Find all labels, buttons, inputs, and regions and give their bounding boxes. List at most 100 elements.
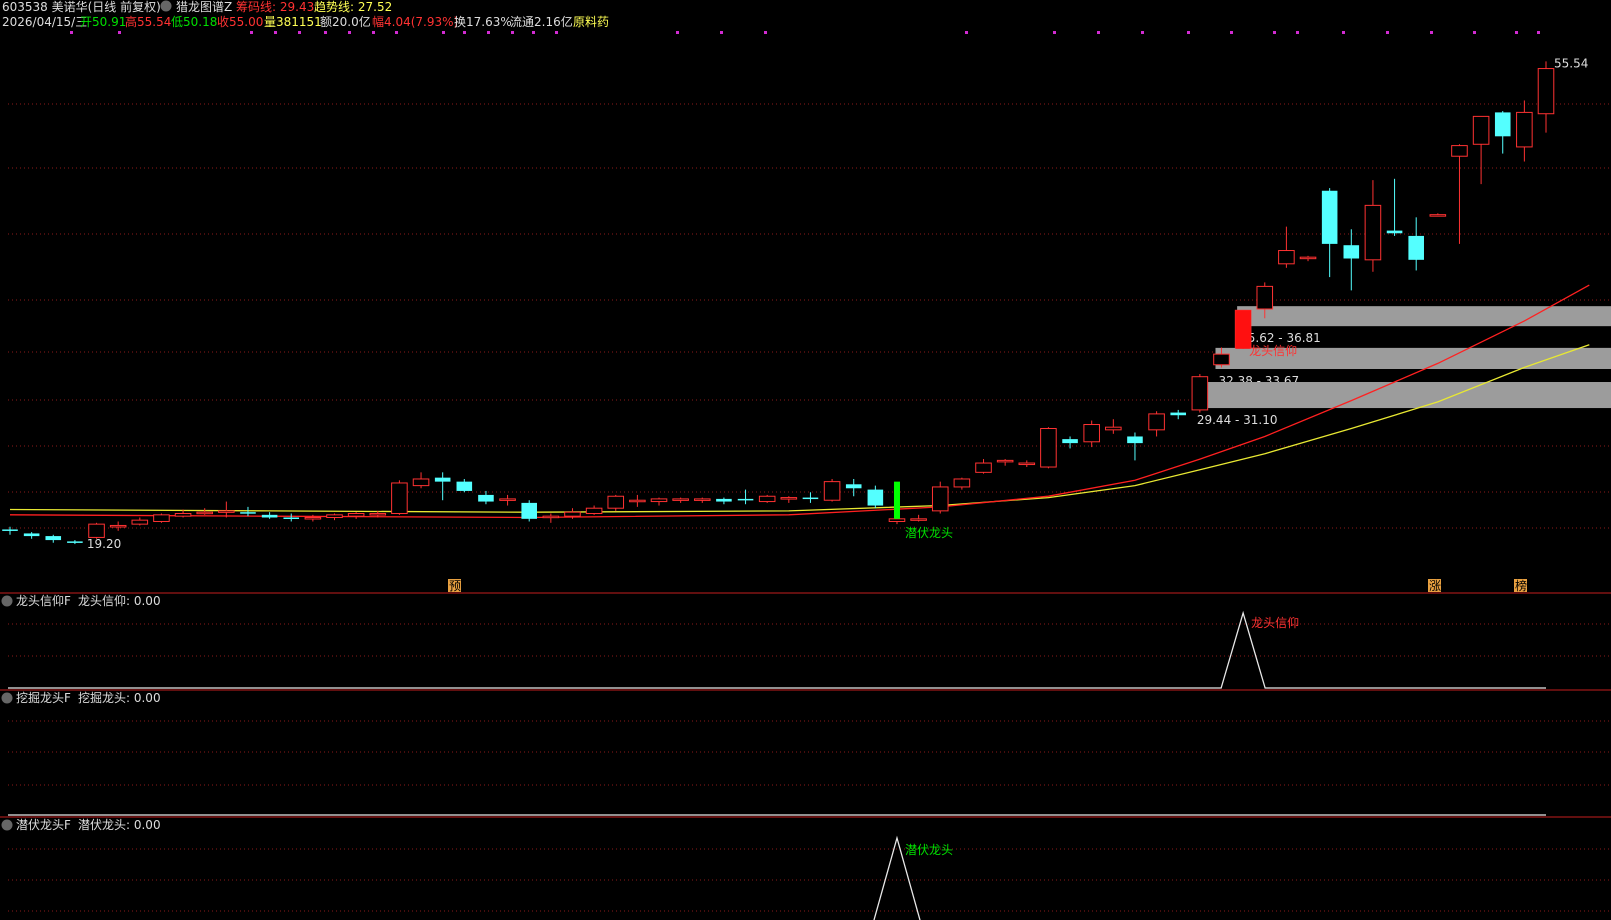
- low-label: 低50.18: [171, 15, 217, 29]
- candle-body: [1537, 68, 1555, 115]
- close-label: 收55.00: [217, 15, 263, 29]
- candle-body: [672, 498, 689, 501]
- candle-body: [564, 511, 581, 517]
- candle-body: [996, 459, 1014, 463]
- candle-body: [45, 536, 62, 541]
- candle-body: [1105, 426, 1122, 431]
- panel-value: 挖掘龙头: 0.00: [78, 690, 161, 705]
- candle-body: [1148, 413, 1165, 431]
- candle-body: [347, 513, 365, 517]
- amount-label: 额20.0亿: [320, 14, 371, 29]
- candle-body: [326, 514, 343, 518]
- volume-label: 量381151: [264, 15, 322, 29]
- candle-body: [1429, 214, 1447, 217]
- candle-body: [758, 495, 776, 503]
- candle-body: [1018, 462, 1036, 466]
- candle-body: [1040, 428, 1057, 468]
- candle-body: [802, 497, 819, 500]
- signal-marker: 预: [449, 579, 461, 593]
- min-price-label: 19.20: [87, 537, 121, 551]
- stock-code-name: 603538 美诺华(日线 前复权): [2, 0, 161, 14]
- panel-peak-label: 潜伏龙头: [905, 843, 953, 857]
- candle-body: [153, 514, 170, 522]
- date-label: 2026/04/15/三: [2, 15, 87, 29]
- change-label: 幅4.04(7.93%): [372, 14, 458, 29]
- signal-marker: 榜: [1515, 578, 1527, 593]
- candle-body: [716, 498, 732, 502]
- candle-body: [67, 541, 83, 543]
- sector-label: 原料药: [573, 15, 609, 29]
- candle-body: [109, 524, 127, 528]
- candle-body: [196, 511, 213, 515]
- candle-body: [1213, 353, 1230, 366]
- candle-body: [1451, 145, 1468, 157]
- candle-body: [283, 517, 300, 519]
- candle-body: [391, 482, 408, 515]
- signal-marker: 涨: [1429, 578, 1441, 593]
- candle-body: [1494, 112, 1511, 137]
- candle-body: [456, 481, 473, 491]
- candle-body: [1127, 436, 1143, 444]
- candle-body: [585, 507, 603, 515]
- indicator-name: 猎龙图谱Z: [176, 0, 232, 14]
- candle-body: [412, 478, 430, 487]
- candle-body: [304, 516, 322, 520]
- candle-body: [542, 515, 560, 519]
- candle-body: [1170, 412, 1187, 416]
- candle-body: [845, 484, 862, 489]
- candle-body: [867, 489, 884, 506]
- candle-body: [88, 523, 105, 538]
- candle-body: [1062, 439, 1078, 444]
- candle-body: [780, 497, 798, 500]
- panel-dropdown-icon: [1, 595, 13, 607]
- candle-body: [1256, 285, 1274, 310]
- support-zone: [1193, 382, 1611, 409]
- longtou-label: 龙头信仰: [1249, 343, 1297, 358]
- panel-value: 龙头信仰: 0.00: [78, 593, 161, 608]
- candle-body: [975, 462, 992, 473]
- candle-body: [23, 533, 40, 537]
- candle-body: [1083, 424, 1100, 443]
- candle-body: [1321, 190, 1338, 244]
- candle-body: [1516, 111, 1533, 148]
- candle-body: [1364, 204, 1382, 261]
- trend-line: [9, 344, 1590, 513]
- stock-chart[interactable]: 35.62 - 36.8132.38 - 33.6729.44 - 31.105…: [0, 0, 1611, 920]
- candle-body: [953, 478, 971, 488]
- dropdown-icon[interactable]: [160, 0, 172, 12]
- qianfu-label: 潜伏龙头: [905, 526, 953, 540]
- candle-body: [478, 494, 494, 502]
- candle-body: [607, 495, 625, 509]
- candle-body: [650, 498, 668, 503]
- candle-body: [888, 518, 906, 522]
- candle-body: [1191, 376, 1209, 411]
- candle-body: [521, 502, 537, 519]
- support-zone-label: 29.44 - 31.10: [1197, 413, 1278, 427]
- panel-title: 龙头信仰F: [16, 593, 71, 608]
- candle-body: [737, 498, 754, 501]
- candle-body: [931, 486, 949, 512]
- panel-peak-label: 龙头信仰: [1251, 615, 1299, 630]
- candle-body: [1278, 250, 1295, 265]
- candle-body: [629, 499, 646, 503]
- candle-body: [823, 481, 841, 501]
- high-label: 高55.54: [125, 14, 171, 29]
- candle-body: [2, 529, 18, 531]
- turnover-label: 换17.63%: [454, 15, 512, 29]
- qianfu-candle-highlight: [893, 481, 900, 519]
- candle-body: [131, 519, 149, 525]
- candle-body: [240, 512, 256, 514]
- candle-body: [369, 513, 387, 516]
- support-zone-label: 35.62 - 36.81: [1240, 331, 1321, 345]
- panel-value: 潜伏龙头: 0.00: [78, 818, 161, 832]
- support-zone: [1237, 306, 1611, 327]
- candle-body: [693, 498, 711, 501]
- candle-body: [1386, 230, 1403, 234]
- panel-dropdown-icon: [1, 819, 13, 831]
- candle-body: [1343, 245, 1360, 259]
- candle-body: [434, 477, 451, 482]
- trend-line-label: 趋势线: 27.52: [314, 0, 392, 14]
- panel-title: 挖掘龙头F: [16, 690, 71, 705]
- candle-body: [910, 518, 927, 521]
- candle-body: [218, 510, 235, 513]
